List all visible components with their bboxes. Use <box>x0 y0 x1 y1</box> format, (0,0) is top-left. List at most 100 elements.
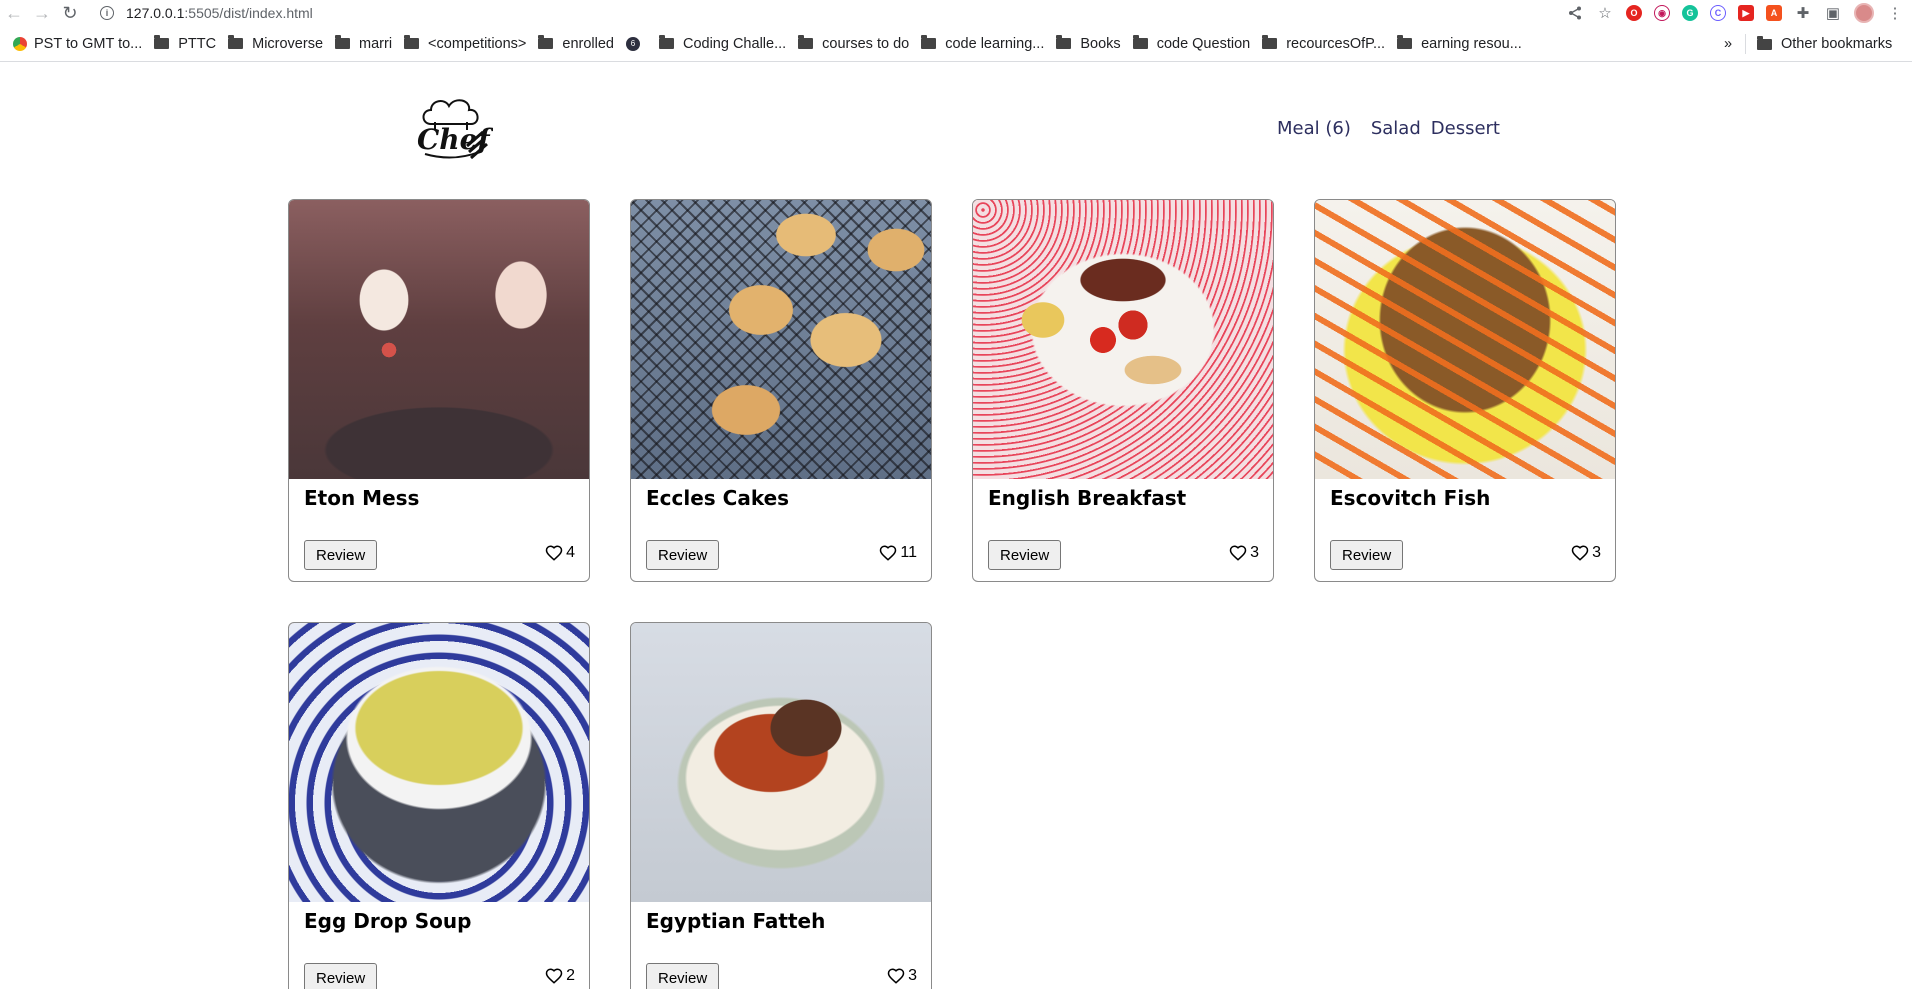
like-count: 11 <box>900 544 917 561</box>
heart-icon[interactable] <box>545 967 563 985</box>
url-text[interactable]: 127.0.0.1:5505/dist/index.html <box>126 5 313 21</box>
like-button[interactable]: 3 <box>1229 544 1259 562</box>
like-count: 3 <box>1250 544 1259 561</box>
bookmark-item[interactable]: Books <box>1051 30 1127 58</box>
video-extension-icon[interactable]: ▶ <box>1738 5 1754 21</box>
meal-title: Eton Mess <box>304 486 420 510</box>
review-button[interactable]: Review <box>646 963 720 989</box>
bookmark-star-icon[interactable]: ☆ <box>1596 4 1614 22</box>
reload-icon[interactable]: ↻ <box>56 0 84 26</box>
broadcast-extension-icon[interactable]: ◉ <box>1654 5 1670 21</box>
bookmark-item[interactable]: Microverse <box>223 30 330 58</box>
bookmark-item[interactable]: enrolled <box>533 30 621 58</box>
nav-dessert[interactable]: Dessert <box>1431 118 1500 139</box>
bookmarks-bar: PST to GMT to... PTTC Microverse marri <… <box>0 26 1912 62</box>
page-content: Chef Meal (6) Salad Dessert Eton Mess Re… <box>0 62 1912 989</box>
chrome-favicon-icon <box>13 36 27 51</box>
opera-extension-icon[interactable]: O <box>1626 5 1642 21</box>
folder-icon <box>404 35 420 49</box>
bookmark-item[interactable]: PTTC <box>149 30 223 58</box>
folder-icon <box>335 35 351 49</box>
like-button[interactable]: 11 <box>879 544 917 562</box>
orange-extension-icon[interactable]: A <box>1766 5 1782 21</box>
bookmark-item[interactable]: <competitions> <box>399 30 533 58</box>
meal-title: Escovitch Fish <box>1330 486 1491 510</box>
like-count: 2 <box>566 967 575 984</box>
review-button[interactable]: Review <box>304 963 378 989</box>
meal-image <box>289 200 589 479</box>
address-bar[interactable]: i 127.0.0.1:5505/dist/index.html <box>100 2 1550 24</box>
like-button[interactable]: 3 <box>1571 544 1601 562</box>
extensions-puzzle-icon[interactable]: ✚ <box>1794 4 1812 22</box>
heart-icon[interactable] <box>1229 544 1247 562</box>
like-button[interactable]: 2 <box>545 967 575 985</box>
bookmark-item[interactable]: code learning... <box>916 30 1051 58</box>
folder-icon <box>538 35 554 49</box>
bookmark-item[interactable]: 6 <box>621 30 654 58</box>
bookmark-item[interactable]: PST to GMT to... <box>8 30 149 58</box>
bookmarks-overflow-button[interactable]: » <box>1720 30 1736 58</box>
folder-icon <box>798 35 814 49</box>
browser-toolbar: ← → ↻ i 127.0.0.1:5505/dist/index.html ☆… <box>0 0 1912 26</box>
meal-image <box>289 623 589 902</box>
meal-card: Egg Drop Soup Review 2 <box>288 622 590 989</box>
heart-icon[interactable] <box>545 544 563 562</box>
heart-icon[interactable] <box>879 544 897 562</box>
meal-image <box>1315 200 1615 479</box>
nav-salad[interactable]: Salad <box>1371 118 1421 139</box>
like-count: 3 <box>908 967 917 984</box>
share-icon[interactable] <box>1566 4 1584 22</box>
meal-title: Egyptian Fatteh <box>646 909 826 933</box>
bookmarks-separator <box>1745 34 1746 54</box>
heart-icon[interactable] <box>1571 544 1589 562</box>
like-count: 4 <box>566 544 575 561</box>
meal-image <box>631 623 931 902</box>
review-button[interactable]: Review <box>1330 540 1404 570</box>
menu-kebab-icon[interactable]: ⋮ <box>1886 4 1904 22</box>
top-nav: Meal (6) Salad Dessert <box>1277 118 1500 139</box>
folder-icon <box>1397 35 1413 49</box>
cursor-extension-icon[interactable]: C <box>1710 5 1726 21</box>
folder-icon <box>228 35 244 49</box>
meal-card: Egyptian Fatteh Review 3 <box>630 622 932 989</box>
other-bookmarks[interactable]: Other bookmarks <box>1752 30 1899 58</box>
folder-icon <box>1056 35 1072 49</box>
meal-image <box>631 200 931 479</box>
folder-icon <box>658 35 674 49</box>
heart-icon[interactable] <box>887 967 905 985</box>
bookmark-item[interactable]: earning resou... <box>1392 30 1529 58</box>
meal-card: Eccles Cakes Review 11 <box>630 199 932 582</box>
review-button[interactable]: Review <box>304 540 378 570</box>
back-arrow-icon[interactable]: ← <box>0 0 28 26</box>
meal-title: English Breakfast <box>988 486 1187 510</box>
bookmark-item[interactable]: recourcesOfP... <box>1257 30 1392 58</box>
site-favicon-icon: 6 <box>625 36 640 51</box>
meal-card: Escovitch Fish Review 3 <box>1314 199 1616 582</box>
review-button[interactable]: Review <box>988 540 1062 570</box>
grammarly-extension-icon[interactable]: G <box>1682 5 1698 21</box>
nav-meal[interactable]: Meal (6) <box>1277 118 1351 139</box>
meal-card: English Breakfast Review 3 <box>972 199 1274 582</box>
review-button[interactable]: Review <box>646 540 720 570</box>
bookmark-item[interactable]: marri <box>330 30 399 58</box>
bookmark-item[interactable]: code Question <box>1128 30 1258 58</box>
meal-card: Eton Mess Review 4 <box>288 199 590 582</box>
browser-tools: ☆ O ◉ G C ▶ A ✚ ▣ ⋮ <box>1566 2 1904 24</box>
profile-avatar[interactable] <box>1854 3 1874 23</box>
folder-icon <box>154 35 170 49</box>
bookmark-item[interactable]: Coding Challe... <box>654 30 793 58</box>
site-info-icon[interactable]: i <box>100 6 114 20</box>
side-panel-icon[interactable]: ▣ <box>1824 4 1842 22</box>
meal-title: Egg Drop Soup <box>304 909 472 933</box>
folder-icon <box>1757 35 1772 50</box>
meal-image <box>973 200 1273 479</box>
forward-arrow-icon[interactable]: → <box>28 0 56 26</box>
bookmark-item[interactable]: courses to do <box>793 30 916 58</box>
folder-icon <box>1262 35 1278 49</box>
meal-title: Eccles Cakes <box>646 486 790 510</box>
like-button[interactable]: 3 <box>887 967 917 985</box>
like-count: 3 <box>1592 544 1601 561</box>
chef-logo[interactable]: Chef <box>413 94 494 164</box>
like-button[interactable]: 4 <box>545 544 575 562</box>
folder-icon <box>1132 35 1148 49</box>
